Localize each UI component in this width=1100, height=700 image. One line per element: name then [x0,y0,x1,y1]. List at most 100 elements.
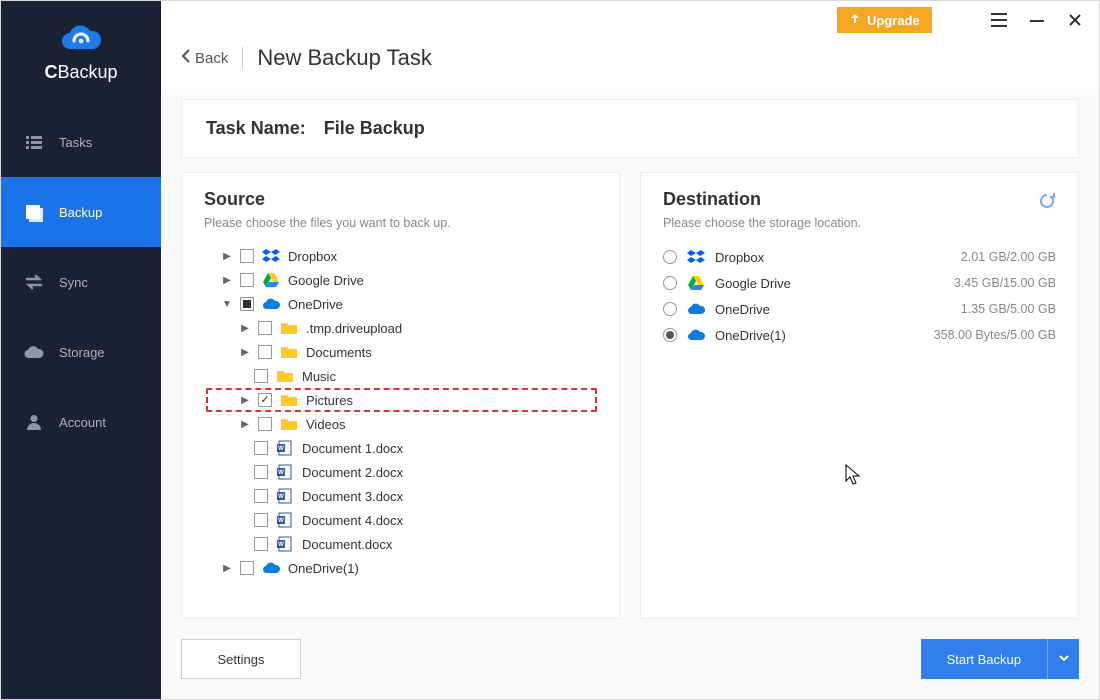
tree-row-tmp[interactable]: ▶ .tmp.driveupload [204,316,597,340]
upgrade-button[interactable]: Upgrade [837,7,932,33]
tree-row-onedrive[interactable]: ▼ OneDrive [204,292,597,316]
tree-row-doc4[interactable]: W Document 4.docx [204,508,597,532]
back-label: Back [195,50,228,67]
folder-icon [280,319,298,337]
settings-label: Settings [218,652,265,667]
checkbox[interactable] [254,465,268,479]
checkbox-indeterminate[interactable] [240,297,254,311]
minimize-button[interactable] [1027,10,1047,30]
tree-row-onedrive1[interactable]: ▶ OneDrive(1) [204,556,597,580]
task-name-bar: Task Name: File Backup [181,99,1079,158]
task-name-value[interactable]: File Backup [324,118,425,139]
tree-row-doc2[interactable]: W Document 2.docx [204,460,597,484]
tree-label: Document 1.docx [302,441,403,456]
dest-usage: 2.01 GB/2.00 GB [961,250,1056,264]
google-drive-icon [687,274,705,292]
svg-text:W: W [278,494,284,500]
tree-label: Music [302,369,336,384]
checkbox[interactable] [240,273,254,287]
radio[interactable] [663,250,677,264]
close-button[interactable] [1065,10,1085,30]
folder-icon [280,391,298,409]
task-name-label: Task Name: [206,118,306,139]
menu-button[interactable] [989,10,1009,30]
onedrive-icon [687,300,705,318]
destination-subtitle: Please choose the storage location. [663,216,1056,230]
checkbox[interactable] [254,441,268,455]
sidebar-item-label: Sync [59,275,88,290]
radio[interactable] [663,276,677,290]
folder-icon [280,343,298,361]
checkbox-checked[interactable] [258,393,272,407]
sidebar-item-account[interactable]: Account [1,387,161,457]
tree-row-doc3[interactable]: W Document 3.docx [204,484,597,508]
sidebar-item-storage[interactable]: Storage [1,317,161,387]
upgrade-label: Upgrade [867,13,920,28]
start-backup-dropdown[interactable] [1047,639,1079,679]
refresh-button[interactable] [1038,192,1056,213]
expand-icon[interactable]: ▶ [240,419,250,429]
svg-text:W: W [278,518,284,524]
expand-icon[interactable]: ▶ [222,275,232,285]
sidebar-item-sync[interactable]: Sync [1,247,161,317]
expand-icon[interactable]: ▶ [222,563,232,573]
source-subtitle: Please choose the files you want to back… [204,216,597,230]
tree-row-music[interactable]: Music [204,364,597,388]
tree-label: Videos [306,417,346,432]
divider [242,47,243,69]
word-docx-icon: W [276,463,294,481]
sidebar-item-label: Backup [59,205,102,220]
back-button[interactable]: Back [181,49,228,67]
word-docx-icon: W [276,487,294,505]
checkbox[interactable] [254,537,268,551]
sidebar-item-label: Tasks [59,135,92,150]
dest-row-onedrive1[interactable]: OneDrive(1) 358.00 Bytes/5.00 GB [663,322,1056,348]
tree-label: .tmp.driveupload [306,321,402,336]
checkbox[interactable] [254,369,268,383]
tree-label: Document 4.docx [302,513,403,528]
folder-icon [280,415,298,433]
tree-row-videos[interactable]: ▶ Videos [204,412,597,436]
checkbox[interactable] [258,321,272,335]
dest-row-dropbox[interactable]: Dropbox 2.01 GB/2.00 GB [663,244,1056,270]
checkbox[interactable] [258,345,272,359]
footer: Settings Start Backup [161,619,1099,699]
chevron-down-icon [1058,652,1070,667]
tree-row-doc[interactable]: W Document.docx [204,532,597,556]
radio[interactable] [663,302,677,316]
settings-button[interactable]: Settings [181,639,301,679]
start-backup-button[interactable]: Start Backup [921,639,1079,679]
checkbox[interactable] [254,513,268,527]
dest-label: OneDrive(1) [715,328,786,343]
radio-checked[interactable] [663,328,677,342]
checkbox[interactable] [240,249,254,263]
word-docx-icon: W [276,511,294,529]
start-backup-main[interactable]: Start Backup [921,639,1047,679]
checkbox[interactable] [258,417,272,431]
sidebar-item-label: Account [59,415,106,430]
dest-usage: 358.00 Bytes/5.00 GB [934,328,1056,342]
sidebar-item-tasks[interactable]: Tasks [1,107,161,177]
checkbox[interactable] [254,489,268,503]
dest-row-gdrive[interactable]: Google Drive 3.45 GB/15.00 GB [663,270,1056,296]
tree-row-doc1[interactable]: W Document 1.docx [204,436,597,460]
sidebar-item-backup[interactable]: Backup [1,177,161,247]
tree-label: Document 3.docx [302,489,403,504]
source-tree: ▶ Dropbox ▶ Google Drive ▼ [204,244,597,602]
expand-icon[interactable]: ▶ [222,251,232,261]
checkbox[interactable] [240,561,254,575]
expand-icon[interactable]: ▶ [240,347,250,357]
tree-row-documents[interactable]: ▶ Documents [204,340,597,364]
expand-icon[interactable]: ▶ [240,323,250,333]
tree-label: OneDrive [288,297,343,312]
expand-icon[interactable]: ▶ [240,395,250,405]
svg-text:W: W [278,542,284,548]
tree-row-pictures[interactable]: ▶ Pictures [206,388,597,412]
dest-row-onedrive[interactable]: OneDrive 1.35 GB/5.00 GB [663,296,1056,322]
dest-label: Google Drive [715,276,791,291]
destination-panel: Destination Please choose the storage lo… [640,172,1079,619]
chevron-left-icon [181,49,191,67]
tree-row-gdrive[interactable]: ▶ Google Drive [204,268,597,292]
collapse-icon[interactable]: ▼ [222,299,232,309]
tree-row-dropbox[interactable]: ▶ Dropbox [204,244,597,268]
